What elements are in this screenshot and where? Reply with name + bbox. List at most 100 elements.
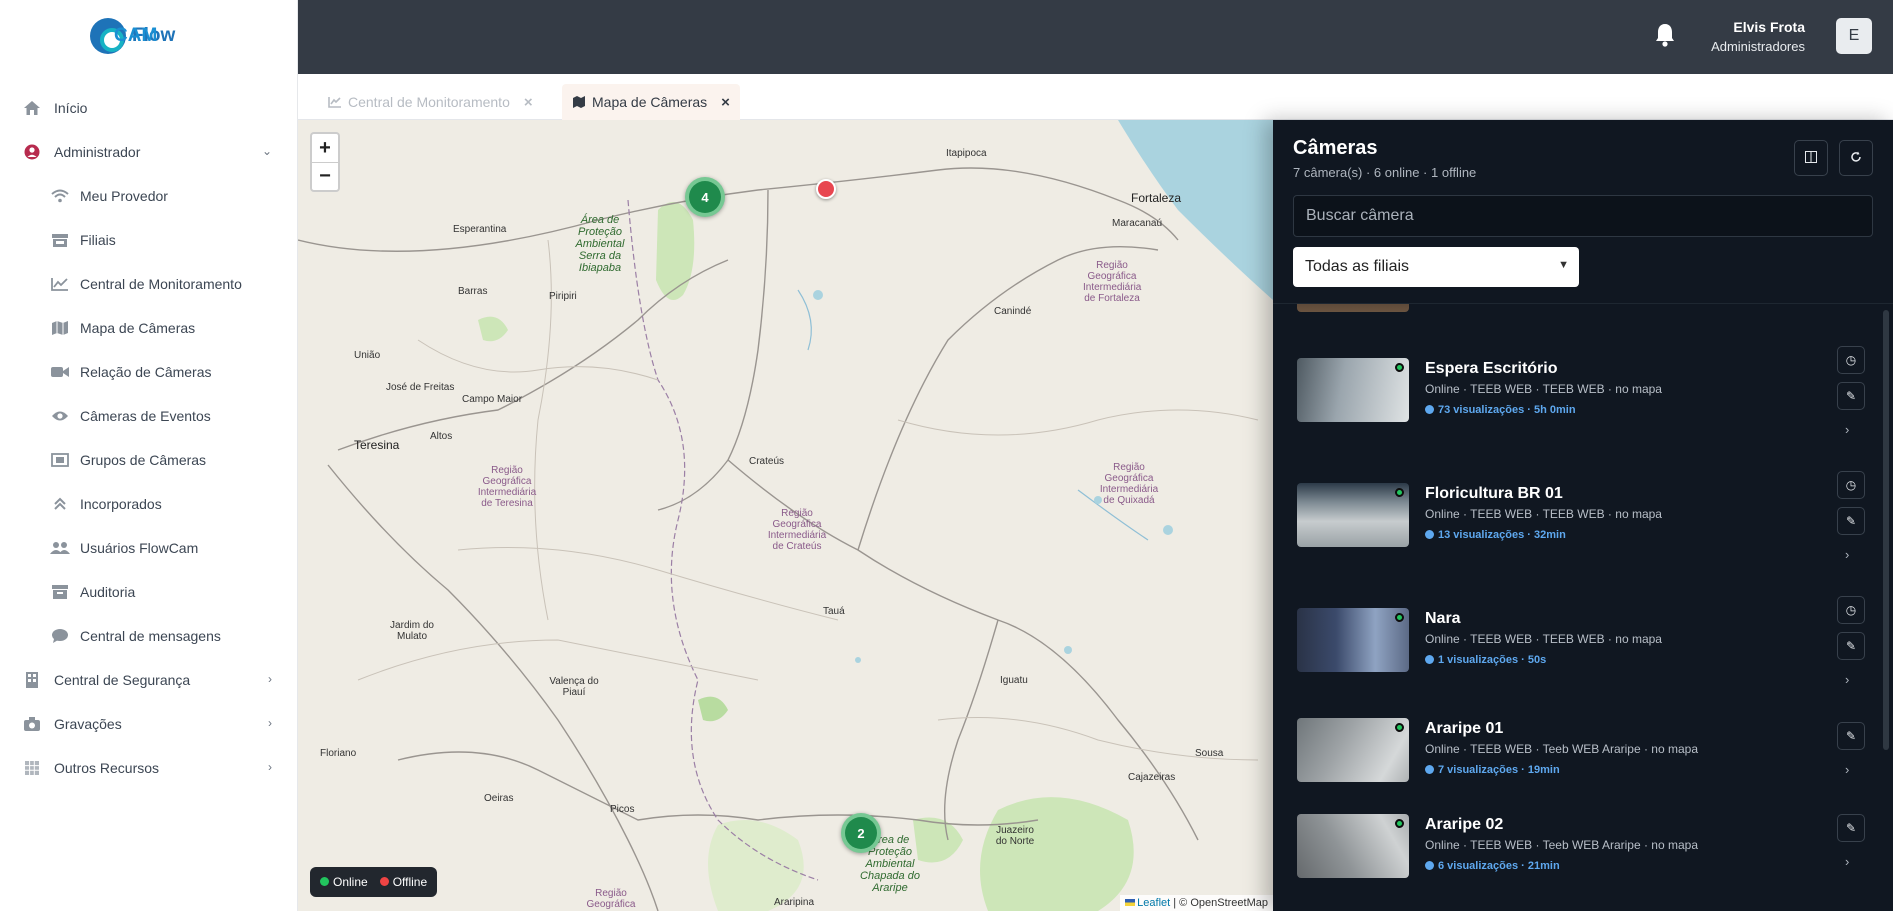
camera-search-input[interactable] bbox=[1293, 195, 1873, 237]
sidebar-item-incorporados[interactable]: Incorporados bbox=[0, 482, 298, 526]
map-label: Canindé bbox=[994, 306, 1032, 317]
pencil-icon: ✎ bbox=[1845, 514, 1857, 528]
sidebar-item-mapa-cameras[interactable]: Mapa de Câmeras bbox=[0, 306, 298, 350]
chevron-down-icon: ▼ bbox=[1558, 259, 1569, 271]
sidebar-item-meu-provedor[interactable]: Meu Provedor bbox=[0, 174, 298, 218]
camera-item[interactable]: Araripe 02 Online · TEEB WEB · Teeb WEB … bbox=[1297, 814, 1867, 894]
sidebar-item-gravacoes[interactable]: Gravações › bbox=[0, 702, 298, 746]
chevron-right-icon: › bbox=[268, 716, 272, 730]
sidebar-item-label: Câmeras de Eventos bbox=[80, 408, 211, 424]
camera-cluster-marker[interactable]: 4 bbox=[685, 177, 725, 217]
sidebar-item-central-mensagens[interactable]: Central de mensagens bbox=[0, 614, 298, 658]
refresh-button[interactable] bbox=[1839, 140, 1873, 176]
camera-views: 1 visualizações · 50s bbox=[1425, 654, 1546, 666]
sidebar-item-administrador[interactable]: Administrador ⌄ bbox=[0, 130, 298, 174]
chevron-down-icon: ⌄ bbox=[261, 144, 272, 158]
sidebar-item-auditoria[interactable]: Auditoria bbox=[0, 570, 298, 614]
sidebar-item-cameras-eventos[interactable]: Câmeras de Eventos bbox=[0, 394, 298, 438]
sidebar-item-central-monitoramento[interactable]: Central de Monitoramento bbox=[0, 262, 298, 306]
camera-cluster-marker[interactable]: 2 bbox=[841, 813, 881, 853]
map-label: Tauá bbox=[823, 606, 845, 617]
chevron-right-icon[interactable]: › bbox=[1845, 547, 1849, 562]
pencil-icon: ✎ bbox=[1845, 389, 1857, 403]
tab-central-monitoramento[interactable]: Central de Monitoramento × bbox=[318, 84, 543, 120]
refresh-icon bbox=[1850, 151, 1862, 166]
panel-scrollbar[interactable] bbox=[1883, 310, 1889, 750]
edit-button[interactable]: ✎ bbox=[1837, 722, 1865, 750]
sidebar-item-label: Usuários FlowCam bbox=[80, 540, 199, 556]
chevron-right-icon[interactable]: › bbox=[1845, 422, 1849, 437]
comment-icon bbox=[50, 628, 70, 644]
sidebar-item-label: Central de mensagens bbox=[80, 628, 221, 644]
online-status-icon bbox=[1395, 488, 1404, 497]
filial-select[interactable]: Todas as filiais ▼ bbox=[1293, 247, 1579, 287]
history-button[interactable]: ◷ bbox=[1837, 596, 1865, 624]
camera-name: Araripe 01 bbox=[1425, 720, 1504, 737]
close-icon[interactable]: × bbox=[524, 94, 533, 111]
camera-item[interactable]: Espera Escritório Online · TEEB WEB · TE… bbox=[1297, 346, 1867, 458]
wifi-icon bbox=[50, 188, 70, 204]
sidebar-item-label: Incorporados bbox=[80, 496, 162, 512]
sidebar-item-inicio[interactable]: Início bbox=[0, 86, 298, 130]
sidebar-item-label: Central de Monitoramento bbox=[80, 276, 242, 292]
leaflet-link[interactable]: Leaflet bbox=[1137, 897, 1170, 909]
double-chevron-up-icon bbox=[50, 496, 70, 512]
eye-icon bbox=[1425, 765, 1434, 774]
edit-button[interactable]: ✎ bbox=[1837, 632, 1865, 660]
camera-views: 7 visualizações · 19min bbox=[1425, 764, 1560, 776]
clock-icon: ◷ bbox=[1845, 478, 1857, 492]
camera-item[interactable]: Nara Online · TEEB WEB · TEEB WEB · no m… bbox=[1297, 596, 1867, 708]
logo[interactable]: Flow CAM bbox=[90, 18, 175, 54]
eye-icon bbox=[1425, 530, 1434, 539]
user-circle-icon bbox=[22, 144, 42, 160]
chevron-right-icon: › bbox=[268, 760, 272, 774]
sidebar-item-outros-recursos[interactable]: Outros Recursos › bbox=[0, 746, 298, 790]
camera-item[interactable]: Floricultura BR 01 Online · TEEB WEB · T… bbox=[1297, 471, 1867, 583]
edit-button[interactable]: ✎ bbox=[1837, 507, 1865, 535]
camera-thumbnail[interactable] bbox=[1297, 483, 1409, 547]
sidebar-item-central-seguranca[interactable]: Central de Segurança › bbox=[0, 658, 298, 702]
map-attribution: Leaflet | © OpenStreetMap bbox=[1120, 895, 1273, 911]
legend-online: Online bbox=[320, 875, 368, 889]
history-button[interactable]: ◷ bbox=[1837, 471, 1865, 499]
camera-thumbnail[interactable] bbox=[1297, 608, 1409, 672]
sidebar-item-grupos-cameras[interactable]: Grupos de Câmeras bbox=[0, 438, 298, 482]
offline-camera-marker[interactable] bbox=[816, 179, 836, 199]
bell-icon[interactable] bbox=[1653, 22, 1677, 48]
camera-map[interactable]: + − Itapipoca Fortaleza Maracanaú Espera… bbox=[298, 120, 1273, 911]
sidebar-item-filiais[interactable]: Filiais bbox=[0, 218, 298, 262]
columns-button[interactable] bbox=[1794, 140, 1828, 176]
avatar[interactable]: E bbox=[1836, 18, 1872, 54]
camera-thumbnail[interactable] bbox=[1297, 718, 1409, 782]
edit-button[interactable]: ✎ bbox=[1837, 814, 1865, 842]
zoom-out-button[interactable]: − bbox=[312, 162, 338, 190]
zoom-in-button[interactable]: + bbox=[312, 134, 338, 162]
map-icon bbox=[572, 96, 586, 111]
camera-thumbnail[interactable] bbox=[1297, 358, 1409, 422]
camera-meta: Online · TEEB WEB · TEEB WEB · no mapa bbox=[1425, 382, 1662, 396]
camera-item[interactable]: Araripe 01 Online · TEEB WEB · Teeb WEB … bbox=[1297, 718, 1867, 798]
chart-line-icon bbox=[328, 96, 342, 111]
history-button[interactable]: ◷ bbox=[1837, 346, 1865, 374]
chevron-right-icon[interactable]: › bbox=[1845, 762, 1849, 777]
sidebar-item-relacao-cameras[interactable]: Relação de Câmeras bbox=[0, 350, 298, 394]
map-label: Valença do Piauí bbox=[549, 676, 599, 698]
map-label: Piripiri bbox=[549, 291, 577, 302]
chevron-right-icon[interactable]: › bbox=[1845, 854, 1849, 869]
chevron-right-icon[interactable]: › bbox=[1845, 672, 1849, 687]
pencil-icon: ✎ bbox=[1845, 729, 1857, 743]
edit-button[interactable]: ✎ bbox=[1837, 382, 1865, 410]
close-icon[interactable]: × bbox=[721, 94, 730, 111]
filial-select-value: Todas as filiais bbox=[1305, 258, 1410, 275]
map-label: União bbox=[354, 350, 381, 361]
sidebar: Flow CAM Início Administrador ⌄ Meu Prov… bbox=[0, 0, 298, 911]
group-icon bbox=[50, 452, 70, 468]
user-name[interactable]: Elvis Frota bbox=[1733, 19, 1805, 35]
sidebar-item-usuarios[interactable]: Usuários FlowCam bbox=[0, 526, 298, 570]
map-label: Jardim do Mulato bbox=[390, 620, 434, 642]
tab-mapa-cameras[interactable]: Mapa de Câmeras × bbox=[562, 84, 740, 120]
camera-thumbnail[interactable] bbox=[1297, 304, 1409, 312]
eye-icon bbox=[1425, 405, 1434, 414]
camera-thumbnail[interactable] bbox=[1297, 814, 1409, 878]
chart-line-icon bbox=[50, 276, 70, 292]
